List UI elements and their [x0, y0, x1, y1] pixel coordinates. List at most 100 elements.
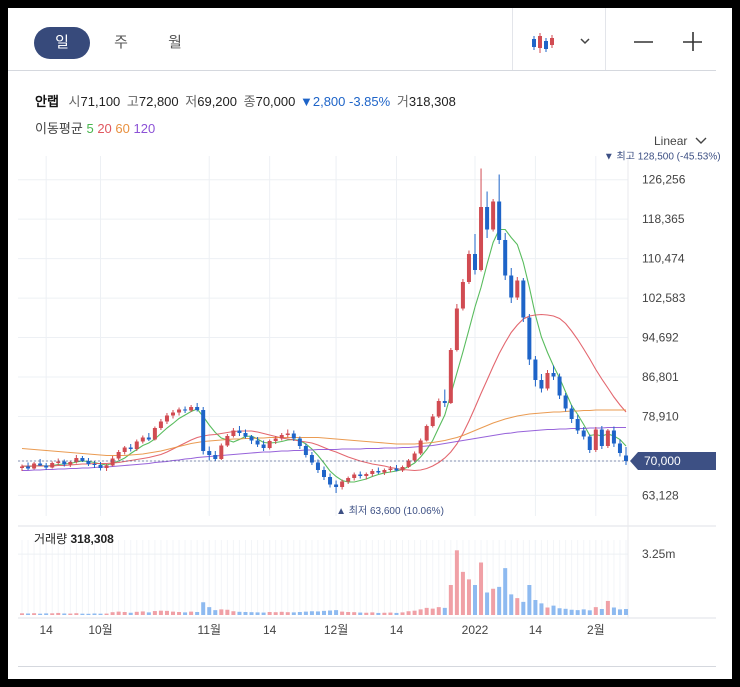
candle — [334, 484, 339, 487]
volume-bar — [581, 609, 586, 615]
x-tick-label: 14 — [529, 623, 543, 637]
volume-bar — [104, 613, 109, 615]
volume-bar — [479, 562, 484, 615]
ma-5-line — [21, 228, 627, 483]
volume-bar — [195, 612, 200, 615]
volume-bar — [346, 612, 351, 615]
tab-month[interactable]: 월 — [155, 27, 195, 59]
candle — [195, 407, 200, 410]
volume-bar — [140, 611, 145, 615]
low-price: 69,200 — [197, 94, 237, 109]
tab-day[interactable]: 일 — [34, 27, 90, 59]
candle — [20, 466, 24, 468]
candlestick-icon — [532, 33, 590, 53]
volume-bar — [261, 612, 266, 615]
candle — [599, 429, 604, 446]
candle — [68, 462, 73, 465]
x-tick-label: 14 — [263, 623, 277, 637]
candle — [86, 461, 91, 464]
candle — [491, 201, 496, 230]
volume-bar — [297, 612, 302, 615]
candle — [225, 436, 230, 446]
min-price-annotation: ▲ 최저 63,600 (10.06%) — [336, 505, 444, 517]
chart-panel: 일 주 월 안랩 시71,100 고72,800 저69,200 종70,000… — [8, 8, 732, 679]
candle — [364, 474, 369, 476]
candle — [545, 373, 550, 389]
volume-value: 318,308 — [70, 532, 114, 546]
volume-bar — [406, 611, 411, 615]
candle — [430, 416, 435, 426]
volume-bar — [50, 613, 55, 615]
volume-bar — [237, 611, 242, 615]
tab-week[interactable]: 주 — [101, 27, 141, 59]
ma-120-line — [22, 426, 626, 472]
candle — [261, 444, 266, 448]
y-tick-label: 102,583 — [642, 291, 686, 305]
volume-bar — [249, 612, 254, 615]
volume-bar — [213, 610, 218, 615]
candle — [624, 455, 628, 461]
volume-bar — [376, 612, 381, 615]
candle — [171, 412, 175, 416]
candle — [285, 433, 290, 435]
volume-bar — [74, 613, 79, 615]
volume-bar — [400, 612, 405, 615]
candle — [249, 436, 254, 441]
volume-bar — [56, 612, 61, 615]
volume-bar — [164, 610, 169, 615]
candle — [213, 455, 218, 459]
stock-name: 안랩 — [35, 94, 59, 109]
volume-label: 거래량 318,308 — [34, 532, 114, 546]
volume-bar — [599, 609, 604, 615]
volume-bar — [358, 612, 363, 615]
volume-bar — [388, 612, 393, 615]
candle — [581, 430, 586, 437]
candle — [539, 380, 544, 389]
chart-type-dropdown[interactable] — [530, 30, 590, 56]
scale-dropdown[interactable]: Linear — [654, 134, 707, 148]
candle — [219, 445, 224, 459]
ma-legend-60: 60 — [115, 121, 130, 136]
volume-bar — [243, 612, 248, 615]
candle — [521, 280, 526, 318]
x-tick-label: 14 — [39, 623, 53, 637]
plus-icon — [683, 32, 702, 51]
volume-bar — [533, 600, 538, 615]
candle — [322, 470, 326, 477]
volume-bar — [44, 613, 49, 615]
candle — [80, 458, 85, 461]
x-tick-label: 11월 — [197, 623, 221, 637]
candle — [569, 408, 574, 419]
candle — [388, 468, 393, 470]
volume-bar — [62, 613, 67, 615]
volume-bar — [503, 568, 508, 615]
volume-bar — [189, 611, 194, 615]
candle — [128, 447, 133, 449]
volume-bar — [279, 611, 284, 615]
volume-bar — [551, 605, 556, 615]
volume-bar — [370, 612, 375, 615]
candle — [527, 317, 532, 360]
volume-bar — [617, 609, 622, 615]
volume-bar — [515, 598, 520, 615]
zoom-out-button[interactable] — [634, 34, 654, 50]
divider — [605, 8, 606, 70]
moving-average-legend: 이동평균 5 20 60 120 — [35, 118, 155, 137]
volume-bar — [80, 613, 85, 615]
zoom-in-button[interactable] — [683, 32, 703, 52]
price-summary: 안랩 시71,100 고72,800 저69,200 종70,000 ▼2,80… — [35, 94, 456, 109]
volume-bar — [418, 609, 423, 615]
candle — [152, 428, 157, 440]
candle — [611, 430, 616, 444]
candle — [92, 464, 97, 465]
divider — [18, 666, 716, 667]
candle — [110, 458, 115, 466]
volume-bar — [219, 609, 224, 615]
volume-bar — [267, 612, 272, 615]
candle — [509, 275, 514, 298]
volume-bar — [454, 550, 459, 615]
candle — [370, 471, 375, 474]
candle — [231, 430, 236, 436]
candle — [201, 410, 206, 451]
volume-bar — [460, 571, 465, 615]
